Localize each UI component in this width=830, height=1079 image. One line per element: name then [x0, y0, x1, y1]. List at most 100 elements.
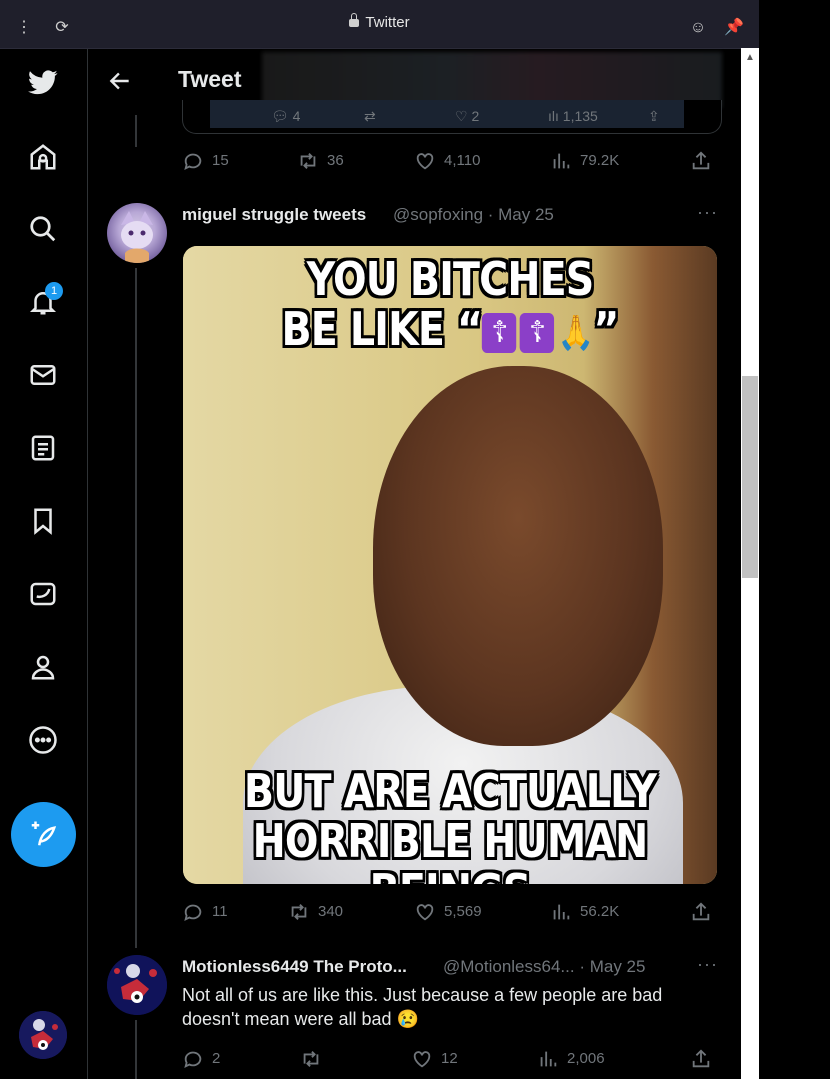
lock-icon	[349, 13, 360, 27]
views-count: 56.2K	[580, 902, 620, 920]
reply-icon	[184, 1051, 202, 1069]
retweet-icon	[291, 904, 307, 920]
page-title: Tweet	[178, 66, 242, 92]
window-titlebar: ⋮ ⟳ Twitter ☺ 📌	[0, 0, 759, 49]
analytics-icon	[553, 153, 570, 169]
home-icon[interactable]	[25, 139, 61, 175]
share-button[interactable]	[690, 150, 720, 172]
praying-hands-emoji: 🙏	[557, 312, 594, 353]
image-face	[373, 366, 663, 746]
tweet-text-line2: doesn't mean were all bad 😢	[182, 1009, 420, 1029]
tweet-author-name[interactable]: miguel struggle tweets	[182, 205, 366, 225]
quoted-reply-count: 4	[292, 108, 301, 124]
pin-icon[interactable]: 📌	[724, 18, 744, 38]
search-icon[interactable]	[25, 211, 61, 247]
window-title: Twitter	[365, 14, 410, 31]
like-count: 4,110	[444, 151, 481, 169]
back-arrow-icon[interactable]	[107, 68, 133, 94]
retweet-button[interactable]: 340	[288, 901, 343, 923]
quoted-retweet-icon[interactable]: ⇄	[364, 108, 376, 125]
retweet-icon	[303, 1051, 319, 1067]
analytics-icon	[540, 1051, 557, 1067]
quoted-like-stat[interactable]: ♡ 2	[455, 108, 479, 125]
views-count: 79.2K	[580, 151, 620, 169]
share-icon	[692, 902, 710, 921]
desktop-background	[759, 0, 830, 1079]
meme-top-text: YOU BITCHES BE LIKE “☦ ☦ 🙏”	[220, 254, 679, 358]
retweet-icon	[300, 153, 316, 169]
emoji-icon[interactable]: ☺	[688, 18, 708, 38]
more-options-icon[interactable]	[25, 722, 61, 758]
tweet-author-handle[interactable]: @sopfoxing · May 25	[393, 205, 554, 225]
quoted-like-count: 2	[471, 108, 480, 124]
heart-icon	[416, 153, 434, 170]
messages-icon[interactable]	[25, 357, 61, 393]
retweet-count: 36	[327, 151, 344, 169]
share-button[interactable]	[690, 1048, 720, 1070]
reply-count: 11	[212, 902, 228, 920]
retweet-count: 340	[318, 902, 344, 920]
thread-line	[135, 115, 137, 147]
reply-button[interactable]: 2	[182, 1048, 220, 1070]
bookmarks-icon[interactable]	[25, 503, 61, 539]
tweet-author-handle[interactable]: @Motionless64... · May 25	[443, 957, 645, 977]
quoted-reply-icon: 💬︎	[271, 108, 289, 124]
profile-icon[interactable]	[25, 649, 61, 685]
share-icon	[692, 1049, 710, 1068]
reply-button[interactable]: 15	[182, 150, 229, 172]
reply-count: 15	[212, 151, 229, 169]
user-avatar[interactable]	[107, 203, 167, 263]
views-button[interactable]: 2,006	[537, 1048, 605, 1070]
reply-icon	[184, 153, 202, 171]
lists-icon[interactable]	[25, 430, 61, 466]
quoted-share-icon[interactable]: ⇪	[648, 108, 660, 125]
orthodox-cross-emoji: ☦	[482, 312, 517, 353]
views-button[interactable]: 79.2K	[550, 150, 619, 172]
quoted-views-count: 1,135	[562, 108, 598, 124]
quoted-like-icon: ♡	[455, 108, 468, 124]
tweet-text-line1: Not all of us are like this. Just becaus…	[182, 985, 663, 1005]
retweet-button[interactable]	[300, 1048, 330, 1070]
meme-bottom-line2: HORRIBLE HUMAN BEINGS	[252, 814, 649, 884]
heart-icon	[413, 1051, 431, 1068]
meme-bottom-line1: BUT ARE ACTUALLY	[243, 764, 657, 818]
quoted-reply-stat[interactable]: 💬︎ 4	[271, 108, 300, 125]
meme-top-line2: BE LIKE “☦ ☦ 🙏”	[281, 302, 620, 356]
compose-tweet-button[interactable]	[11, 802, 76, 867]
meme-top-line1: YOU BITCHES	[306, 252, 595, 306]
reply-count: 2	[212, 1049, 221, 1067]
like-button[interactable]: 5,569	[414, 901, 482, 923]
twitter-blue-icon[interactable]	[25, 576, 61, 612]
tweet-text: Not all of us are like this. Just becaus…	[182, 983, 662, 1031]
tweet-image[interactable]: YOU BITCHES BE LIKE “☦ ☦ 🙏” BUT ARE ACTUAL…	[183, 246, 717, 884]
retweet-button[interactable]: 36	[297, 150, 344, 172]
reply-button[interactable]: 11	[182, 901, 228, 923]
quoted-views-icon: ılı	[548, 108, 559, 124]
scroll-up-arrow-icon[interactable]: ▲	[741, 48, 759, 68]
like-button[interactable]: 4,110	[414, 150, 480, 172]
meme-bottom-text: BUT ARE ACTUALLY HORRIBLE HUMAN BEINGS	[220, 766, 679, 884]
share-button[interactable]	[690, 901, 720, 923]
analytics-icon	[553, 904, 570, 920]
user-avatar[interactable]	[107, 955, 167, 1015]
tweet-more-icon[interactable]: ···	[697, 954, 718, 975]
twitter-logo-icon[interactable]	[25, 64, 61, 100]
tweet-more-icon[interactable]: ···	[697, 202, 718, 223]
reply-icon	[184, 904, 202, 922]
thread-line	[135, 268, 137, 948]
tweet-author-name[interactable]: Motionless6449 The Proto...	[182, 957, 407, 977]
heart-icon	[416, 904, 434, 921]
orthodox-cross-emoji: ☦	[519, 312, 555, 353]
share-icon	[692, 151, 710, 170]
views-button[interactable]: 56.2K	[550, 901, 619, 923]
account-avatar[interactable]	[19, 1011, 67, 1059]
scrollbar-thumb[interactable]	[742, 376, 758, 578]
window-title-wrap: Twitter	[0, 13, 759, 31]
like-count: 5,569	[444, 902, 482, 920]
like-button[interactable]: 12	[411, 1048, 458, 1070]
crying-face-emoji: 😢	[396, 1009, 420, 1029]
quoted-views-stat[interactable]: ılı 1,135	[548, 108, 598, 124]
notification-badge: 1	[45, 282, 63, 300]
like-count: 12	[441, 1049, 458, 1067]
sidebar-nav	[0, 49, 88, 1079]
